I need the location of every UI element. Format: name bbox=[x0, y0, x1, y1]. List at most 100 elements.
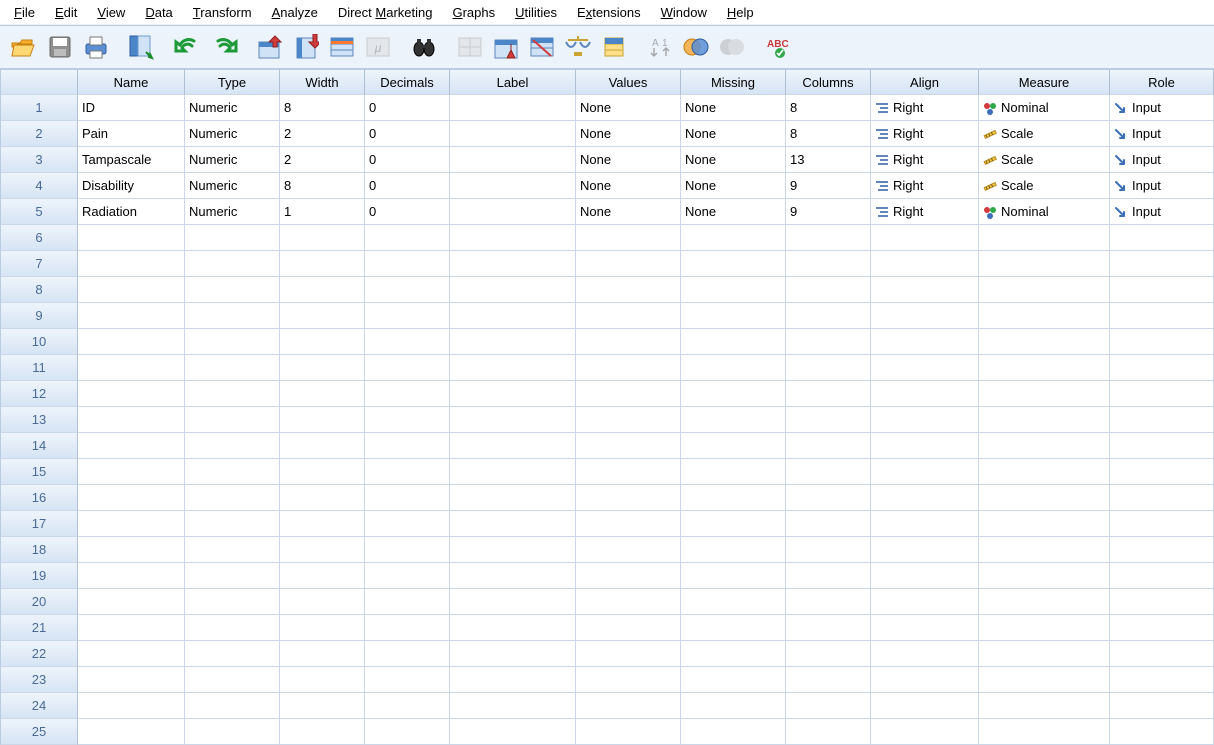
cell-align[interactable] bbox=[871, 459, 979, 485]
cell-columns[interactable] bbox=[786, 251, 871, 277]
cell-label[interactable] bbox=[450, 433, 576, 459]
row-header[interactable]: 8 bbox=[0, 277, 78, 303]
cell-type[interactable] bbox=[185, 693, 280, 719]
cell-columns[interactable]: 13 bbox=[786, 147, 871, 173]
cell-type[interactable]: Numeric bbox=[185, 95, 280, 121]
row-header[interactable]: 9 bbox=[0, 303, 78, 329]
cell-missing[interactable] bbox=[681, 381, 786, 407]
row-header[interactable]: 24 bbox=[0, 693, 78, 719]
cell-name[interactable] bbox=[78, 589, 185, 615]
row-header[interactable]: 25 bbox=[0, 719, 78, 745]
cell-role[interactable]: Input bbox=[1110, 121, 1214, 147]
cell-width[interactable] bbox=[280, 719, 365, 745]
cell-type[interactable] bbox=[185, 563, 280, 589]
col-header-role[interactable]: Role bbox=[1110, 69, 1214, 95]
cell-missing[interactable] bbox=[681, 459, 786, 485]
cell-name[interactable] bbox=[78, 511, 185, 537]
cell-type[interactable] bbox=[185, 303, 280, 329]
cell-decimals[interactable] bbox=[365, 615, 450, 641]
cell-measure[interactable]: Scale bbox=[979, 147, 1110, 173]
cell-role[interactable] bbox=[1110, 251, 1214, 277]
cell-type[interactable] bbox=[185, 459, 280, 485]
row-header[interactable]: 2 bbox=[0, 121, 78, 147]
cell-values[interactable] bbox=[576, 225, 681, 251]
cell-name[interactable] bbox=[78, 251, 185, 277]
cell-measure[interactable]: Nominal bbox=[979, 95, 1110, 121]
cell-role[interactable] bbox=[1110, 433, 1214, 459]
row-header[interactable]: 22 bbox=[0, 641, 78, 667]
cell-measure[interactable]: Scale bbox=[979, 121, 1110, 147]
cell-width[interactable] bbox=[280, 485, 365, 511]
select-cases-button[interactable] bbox=[526, 31, 558, 63]
cell-missing[interactable] bbox=[681, 537, 786, 563]
cell-type[interactable] bbox=[185, 355, 280, 381]
cell-columns[interactable] bbox=[786, 719, 871, 745]
row-header[interactable]: 16 bbox=[0, 485, 78, 511]
row-header[interactable]: 11 bbox=[0, 355, 78, 381]
row-header[interactable]: 4 bbox=[0, 173, 78, 199]
row-header[interactable]: 6 bbox=[0, 225, 78, 251]
cell-missing[interactable] bbox=[681, 329, 786, 355]
cell-align[interactable] bbox=[871, 563, 979, 589]
cell-missing[interactable] bbox=[681, 433, 786, 459]
col-header-width[interactable]: Width bbox=[280, 69, 365, 95]
cell-role[interactable] bbox=[1110, 563, 1214, 589]
cell-columns[interactable] bbox=[786, 459, 871, 485]
cell-measure[interactable] bbox=[979, 329, 1110, 355]
cell-role[interactable] bbox=[1110, 407, 1214, 433]
row-header[interactable]: 1 bbox=[0, 95, 78, 121]
cell-type[interactable] bbox=[185, 381, 280, 407]
cell-values[interactable] bbox=[576, 277, 681, 303]
cell-measure[interactable] bbox=[979, 485, 1110, 511]
cell-align[interactable]: Right bbox=[871, 95, 979, 121]
cell-width[interactable] bbox=[280, 251, 365, 277]
cell-align[interactable] bbox=[871, 537, 979, 563]
col-header-label[interactable]: Label bbox=[450, 69, 576, 95]
cell-measure[interactable] bbox=[979, 563, 1110, 589]
menu-utilities[interactable]: Utilities bbox=[505, 3, 567, 22]
cell-name[interactable] bbox=[78, 459, 185, 485]
col-header-align[interactable]: Align bbox=[871, 69, 979, 95]
cell-columns[interactable] bbox=[786, 667, 871, 693]
cell-name[interactable] bbox=[78, 563, 185, 589]
cell-width[interactable]: 2 bbox=[280, 147, 365, 173]
cell-role[interactable]: Input bbox=[1110, 199, 1214, 225]
cell-values[interactable] bbox=[576, 641, 681, 667]
row-header[interactable]: 21 bbox=[0, 615, 78, 641]
cell-measure[interactable] bbox=[979, 251, 1110, 277]
cell-label[interactable] bbox=[450, 225, 576, 251]
cell-width[interactable]: 8 bbox=[280, 95, 365, 121]
cell-label[interactable] bbox=[450, 485, 576, 511]
cell-values[interactable]: None bbox=[576, 95, 681, 121]
cell-align[interactable]: Right bbox=[871, 199, 979, 225]
variables-button[interactable] bbox=[326, 31, 358, 63]
cell-columns[interactable] bbox=[786, 381, 871, 407]
undo-button[interactable] bbox=[172, 31, 204, 63]
cell-align[interactable] bbox=[871, 407, 979, 433]
cell-missing[interactable] bbox=[681, 667, 786, 693]
cell-role[interactable] bbox=[1110, 225, 1214, 251]
cell-type[interactable] bbox=[185, 615, 280, 641]
cell-name[interactable]: Radiation bbox=[78, 199, 185, 225]
cell-name[interactable] bbox=[78, 225, 185, 251]
row-header[interactable]: 15 bbox=[0, 459, 78, 485]
cell-columns[interactable] bbox=[786, 329, 871, 355]
cell-missing[interactable] bbox=[681, 589, 786, 615]
cell-align[interactable] bbox=[871, 225, 979, 251]
cell-missing[interactable]: None bbox=[681, 173, 786, 199]
cell-measure[interactable]: Scale bbox=[979, 173, 1110, 199]
cell-width[interactable]: 8 bbox=[280, 173, 365, 199]
cell-columns[interactable] bbox=[786, 615, 871, 641]
menu-graphs[interactable]: Graphs bbox=[442, 3, 505, 22]
cell-name[interactable] bbox=[78, 433, 185, 459]
cell-type[interactable] bbox=[185, 589, 280, 615]
cell-align[interactable] bbox=[871, 329, 979, 355]
weight-cases-button[interactable] bbox=[490, 31, 522, 63]
cell-values[interactable] bbox=[576, 407, 681, 433]
show-all-variables-button[interactable]: A1 bbox=[644, 31, 676, 63]
cell-width[interactable] bbox=[280, 355, 365, 381]
menu-file[interactable]: File bbox=[4, 3, 45, 22]
cell-width[interactable] bbox=[280, 433, 365, 459]
cell-role[interactable] bbox=[1110, 719, 1214, 745]
cell-measure[interactable] bbox=[979, 615, 1110, 641]
